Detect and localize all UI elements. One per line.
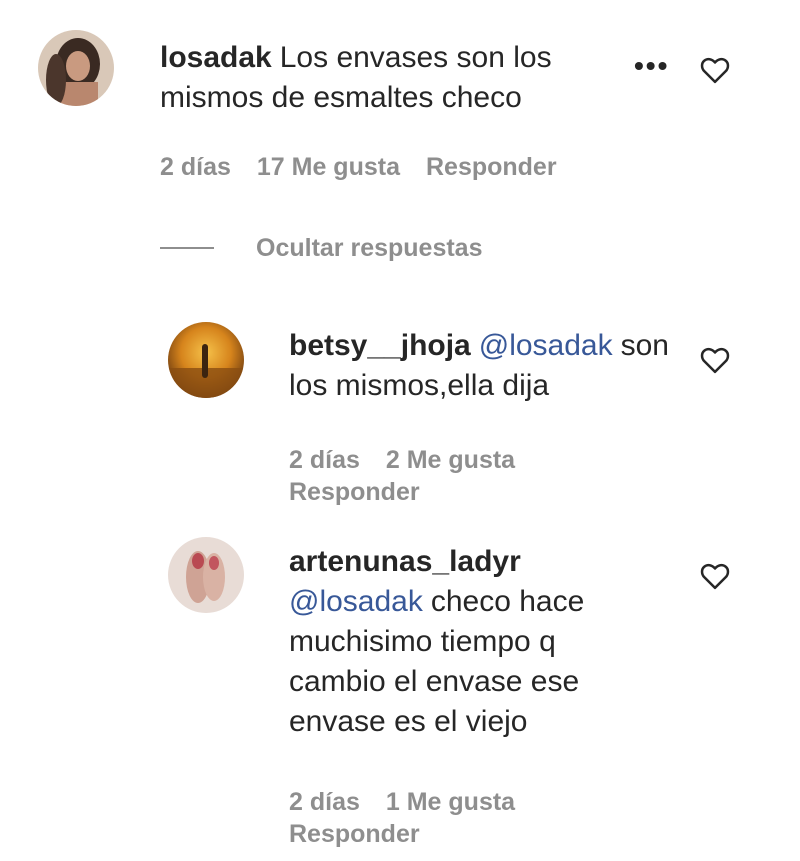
hide-replies-line	[160, 247, 214, 249]
heart-icon[interactable]	[700, 56, 730, 84]
hide-replies-button[interactable]: Ocultar respuestas	[160, 232, 483, 264]
heart-icon[interactable]	[700, 562, 730, 590]
reply-username[interactable]: betsy__jhoja	[289, 329, 471, 362]
comment-likes[interactable]: 17 Me gusta	[257, 153, 400, 181]
avatar-image	[168, 322, 244, 398]
comment-username[interactable]: losadak	[160, 41, 272, 74]
comment-meta: 2 días 17 Me gusta Responder	[160, 151, 583, 183]
hide-replies-label: Ocultar respuestas	[256, 234, 483, 262]
reply-text: betsy__jhoja @losadak son los mismos,ella …	[289, 326, 669, 406]
reply-likes[interactable]: 1 Me gusta	[386, 788, 515, 816]
avatar-image	[38, 30, 114, 106]
reply-artenunas: artenunas_ladyr @losadak checo hace muchis…	[0, 520, 800, 860]
reply-betsy: betsy__jhoja @losadak son los mismos,ella …	[0, 300, 800, 520]
reply-username[interactable]: artenunas_ladyr	[289, 545, 521, 578]
reply-meta: 2 días 1 Me gusta Responder	[289, 786, 589, 850]
avatar[interactable]	[38, 30, 114, 106]
reply-meta: 2 días 2 Me gusta Responder	[289, 444, 589, 508]
more-options-icon[interactable]: •••	[634, 50, 669, 82]
reply-likes[interactable]: 2 Me gusta	[386, 446, 515, 474]
reply-mention[interactable]: @losadak	[289, 585, 423, 618]
avatar-image	[168, 537, 244, 613]
heart-icon[interactable]	[700, 346, 730, 374]
comment-time[interactable]: 2 días	[160, 153, 231, 181]
avatar[interactable]	[168, 537, 244, 613]
avatar[interactable]	[168, 322, 244, 398]
reply-mention[interactable]: @losadak	[479, 329, 613, 362]
comment-text: losadak Los envases son los mismos de esm…	[160, 38, 600, 118]
reply-button[interactable]: Responder	[426, 153, 557, 181]
reply-time[interactable]: 2 días	[289, 446, 360, 474]
reply-button[interactable]: Responder	[289, 478, 420, 506]
reply-time[interactable]: 2 días	[289, 788, 360, 816]
reply-button[interactable]: Responder	[289, 820, 420, 848]
reply-text: artenunas_ladyr @losadak checo hace muchis…	[289, 542, 659, 742]
comment-losadak: losadak Los envases son los mismos de esm…	[0, 0, 800, 200]
